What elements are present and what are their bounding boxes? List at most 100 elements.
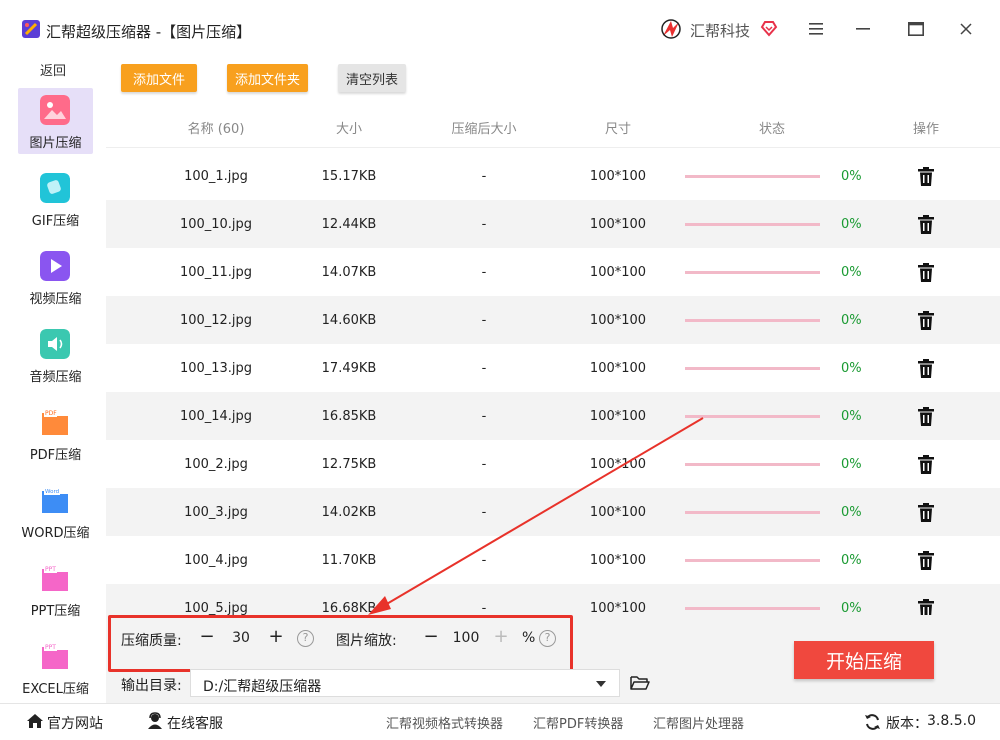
file-size-cell: 14.02KB xyxy=(321,505,377,520)
table-row[interactable]: 100_13.jpg 17.49KB - 100*100 0% xyxy=(106,344,1000,392)
sidebar-item-video[interactable]: 视频压缩 xyxy=(18,244,93,310)
video-converter-link[interactable]: 汇帮视频格式转换器 xyxy=(386,713,503,732)
trash-icon[interactable] xyxy=(918,455,934,474)
progress-bar xyxy=(685,511,820,514)
file-name-cell: 100_11.jpg xyxy=(179,265,253,280)
table-header: 名称 (60) 大小 压缩后大小 尺寸 状态 操作 xyxy=(106,102,1000,148)
progress-bar xyxy=(685,319,820,322)
progress-bar xyxy=(685,271,820,274)
sidebar-item-gif[interactable]: GIF压缩 xyxy=(18,166,93,232)
trash-icon[interactable] xyxy=(918,167,934,186)
gif-icon xyxy=(40,173,70,203)
file-name-cell: 100_5.jpg xyxy=(184,601,248,615)
video-icon xyxy=(40,251,70,281)
window-title: 汇帮超级压缩器 -【图片压缩】 xyxy=(46,23,252,41)
sidebar-item-ppt[interactable]: PPT PPT压缩 xyxy=(18,556,93,622)
output-dir-value: D:/汇帮超级压缩器 xyxy=(203,679,322,695)
progress-percent: 0% xyxy=(841,217,862,232)
image-icon xyxy=(40,95,70,125)
sidebar-item-audio[interactable]: 音频压缩 xyxy=(18,322,93,388)
svg-text:PPT: PPT xyxy=(45,566,56,573)
table-row[interactable]: 100_1.jpg 15.17KB - 100*100 0% xyxy=(106,152,1000,200)
menu-icon[interactable] xyxy=(803,16,829,42)
header-dimensions[interactable]: 尺寸 xyxy=(578,118,658,137)
sidebar-item-label: WORD压缩 xyxy=(21,526,90,541)
compressed-size-cell: - xyxy=(481,361,487,376)
pdf-converter-link[interactable]: 汇帮PDF转换器 xyxy=(533,713,623,732)
toolbar: 添加文件 添加文件夹 清空列表 xyxy=(106,56,1000,102)
table-row[interactable]: 100_10.jpg 12.44KB - 100*100 0% xyxy=(106,200,1000,248)
svg-text:PPT: PPT xyxy=(45,644,56,651)
sidebar-item-excel[interactable]: PPT EXCEL压缩 xyxy=(18,634,93,700)
add-file-button[interactable]: 添加文件 xyxy=(121,64,197,92)
table-row[interactable]: 100_3.jpg 14.02KB - 100*100 0% xyxy=(106,488,1000,536)
file-name-cell: 100_2.jpg xyxy=(184,457,248,472)
trash-icon[interactable] xyxy=(918,215,934,234)
trash-icon[interactable] xyxy=(918,311,934,330)
header-name[interactable]: 名称 (60) xyxy=(156,118,276,137)
trash-icon[interactable] xyxy=(918,551,934,570)
online-support-link[interactable]: 在线客服 xyxy=(167,713,223,733)
minimize-icon[interactable] xyxy=(850,16,876,42)
header-action: 操作 xyxy=(912,122,939,137)
sidebar-item-label: GIF压缩 xyxy=(31,214,80,229)
progress-percent: 0% xyxy=(841,505,862,520)
progress-percent: 0% xyxy=(841,169,862,184)
start-compress-button[interactable]: 开始压缩 xyxy=(794,641,934,679)
file-size-cell: 16.68KB xyxy=(321,601,377,615)
sidebar-item-pdf[interactable]: PDF PDF压缩 xyxy=(18,400,93,466)
progress-percent: 0% xyxy=(841,457,862,472)
add-folder-button[interactable]: 添加文件夹 xyxy=(227,64,308,92)
header-compressed-size[interactable]: 压缩后大小 xyxy=(434,118,534,137)
table-row[interactable]: 100_4.jpg 11.70KB - 100*100 0% xyxy=(106,536,1000,584)
sidebar-item-image[interactable]: 图片压缩 xyxy=(18,88,93,154)
refresh-icon[interactable] xyxy=(864,714,881,730)
file-name-cell: 100_4.jpg xyxy=(184,553,248,568)
trash-icon[interactable] xyxy=(918,263,934,282)
output-dir-select[interactable]: D:/汇帮超级压缩器 xyxy=(190,669,620,697)
word-icon: Word xyxy=(42,487,68,513)
sidebar-item-word[interactable]: Word WORD压缩 xyxy=(18,478,93,544)
file-size-cell: 15.17KB xyxy=(321,169,377,184)
table-row[interactable]: 100_11.jpg 14.07KB - 100*100 0% xyxy=(106,248,1000,296)
svg-text:Word: Word xyxy=(45,489,59,495)
table-row[interactable]: 100_12.jpg 14.60KB - 100*100 0% xyxy=(106,296,1000,344)
status-bar: 官方网站 在线客服 汇帮视频格式转换器 汇帮PDF转换器 汇帮图片处理器 版本：… xyxy=(0,703,1000,740)
progress-bar xyxy=(685,607,820,610)
official-website-link[interactable]: 官方网站 xyxy=(47,713,103,733)
table-row[interactable]: 100_5.jpg 16.68KB - 100*100 0% xyxy=(106,584,1000,615)
progress-percent: 0% xyxy=(841,313,862,328)
sidebar-item-label: PPT压缩 xyxy=(30,604,81,619)
sidebar-item-label: 视频压缩 xyxy=(29,292,82,307)
file-name-cell: 100_12.jpg xyxy=(179,313,253,328)
dimensions-cell: 100*100 xyxy=(589,409,647,424)
file-size-cell: 14.07KB xyxy=(321,265,377,280)
file-name-cell: 100_13.jpg xyxy=(179,361,253,376)
dimensions-cell: 100*100 xyxy=(589,505,647,520)
trash-icon[interactable] xyxy=(918,359,934,378)
app-window: 汇帮超级压缩器 -【图片压缩】 汇帮科技 返回 图片压缩 GIF压缩 视频压缩 … xyxy=(0,0,1000,740)
file-name-cell: 100_3.jpg xyxy=(184,505,248,520)
close-icon[interactable] xyxy=(953,16,979,42)
trash-icon[interactable] xyxy=(918,503,934,522)
version-value: 3.8.5.0 xyxy=(927,713,976,729)
compressed-size-cell: - xyxy=(481,553,487,568)
header-size[interactable]: 大小 xyxy=(309,118,389,137)
dimensions-cell: 100*100 xyxy=(589,217,647,232)
sidebar-item-label: 音频压缩 xyxy=(29,370,82,385)
table-row[interactable]: 100_2.jpg 12.75KB - 100*100 0% xyxy=(106,440,1000,488)
trash-icon[interactable] xyxy=(918,407,934,426)
maximize-icon[interactable] xyxy=(903,16,929,42)
folder-open-icon[interactable] xyxy=(630,675,650,691)
clear-list-button[interactable]: 清空列表 xyxy=(338,64,406,92)
progress-bar xyxy=(685,175,820,178)
svg-text:PDF: PDF xyxy=(45,410,57,417)
back-button[interactable]: 返回 xyxy=(0,60,106,79)
trash-icon[interactable] xyxy=(918,599,934,615)
dimensions-cell: 100*100 xyxy=(589,169,647,184)
table-row[interactable]: 100_14.jpg 16.85KB - 100*100 0% xyxy=(106,392,1000,440)
file-size-cell: 16.85KB xyxy=(321,409,377,424)
brand-logo-icon xyxy=(661,19,681,39)
image-processor-link[interactable]: 汇帮图片处理器 xyxy=(653,713,744,732)
dimensions-cell: 100*100 xyxy=(589,457,647,472)
